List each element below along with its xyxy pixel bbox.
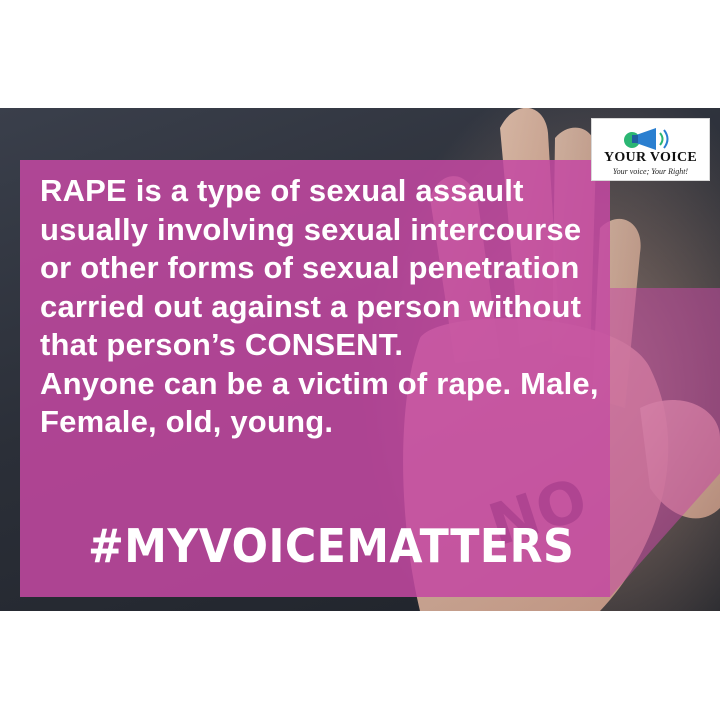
your-voice-logo: YOUR VOICE Your voice; Your Right! <box>591 118 710 181</box>
body-line: or other forms of sexual penetration <box>40 250 580 285</box>
hashtag-heading: #MYVOICEMATTERS <box>88 519 575 573</box>
body-line: carried out against a person without <box>40 288 582 324</box>
megaphone-icon <box>624 128 669 150</box>
logo-tagline: Your voice; Your Right! <box>612 167 689 176</box>
logo-title: YOUR VOICE <box>603 150 698 165</box>
body-line: that person’s CONSENT. <box>40 327 404 362</box>
rape-definition-text: RAPE is a type of sexual assault usually… <box>40 172 700 442</box>
body-line: usually involving sexual intercourse <box>40 211 582 247</box>
body-line: Anyone can be a victim of rape. Male, <box>40 365 599 401</box>
body-line: Female, old, young. <box>40 404 334 439</box>
